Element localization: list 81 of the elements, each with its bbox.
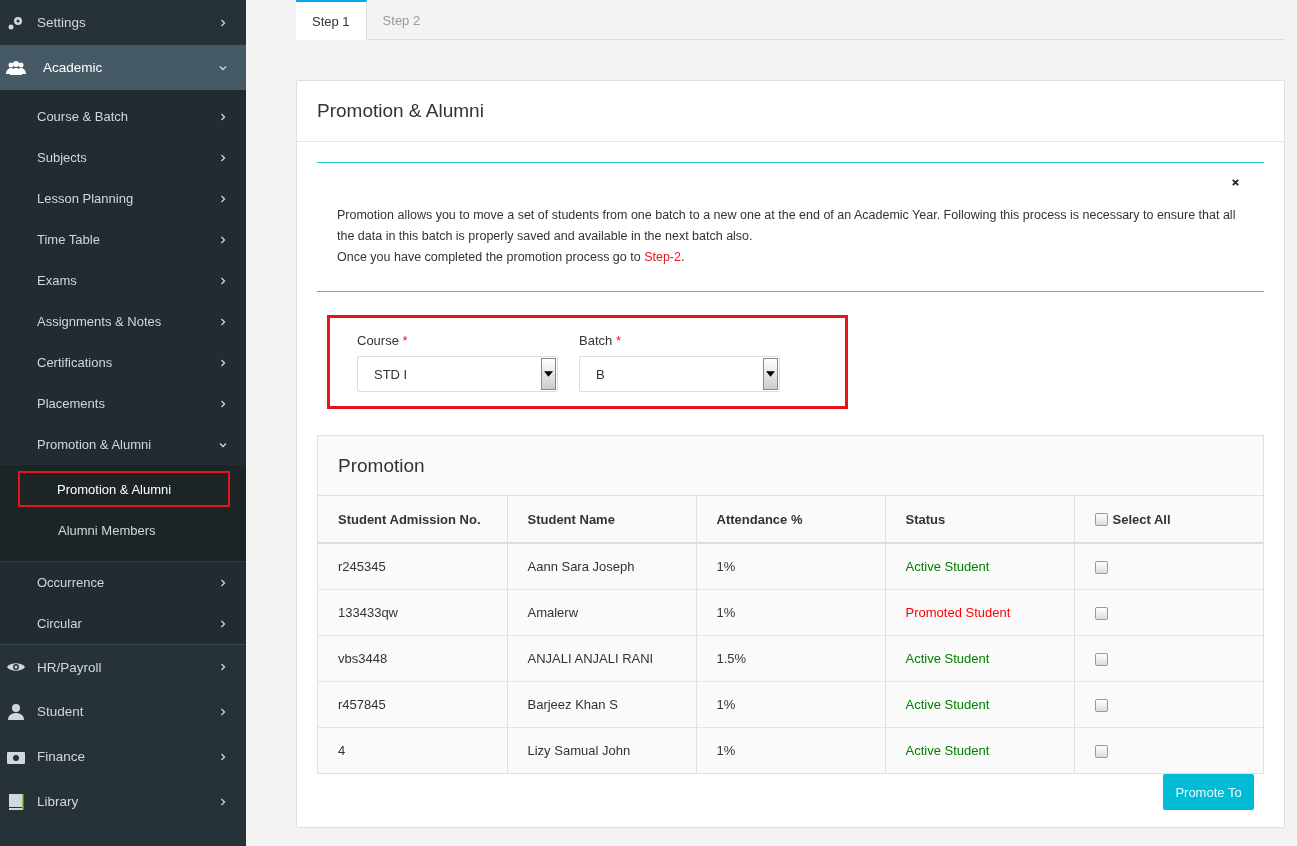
sidebar-item[interactable]: Finance xyxy=(0,734,246,779)
tab[interactable]: Step 1 xyxy=(296,0,367,40)
table-cell: 133433qw xyxy=(338,605,398,620)
table-cell: Barjeez Khan S xyxy=(527,697,618,712)
field-label: Course xyxy=(357,333,399,348)
table-cell: 1% xyxy=(716,559,736,574)
step-link[interactable]: Step-2 xyxy=(644,250,681,264)
alert-text: Promotion allows you to move a set of students from one batch to a new one at the end of an Academic Year. Following this process is necessary to ensure that all the data in this batch is properly saved and available in the next batch also. xyxy=(337,207,1237,245)
close-icon[interactable] xyxy=(1231,178,1240,187)
sidebar-subitem[interactable]: Placements xyxy=(0,383,246,424)
table-cell: vbs3448 xyxy=(338,651,388,666)
table-cell: Aann Sara Joseph xyxy=(527,559,635,574)
column-header: Attendance % xyxy=(716,511,803,527)
select-field[interactable]: STD I xyxy=(357,356,558,392)
table-cell: r245345 xyxy=(338,559,386,574)
chevron-right-icon xyxy=(218,398,228,409)
status-text: Active Student xyxy=(905,743,990,758)
chevron-right-icon xyxy=(218,275,228,286)
sidebar-subitem[interactable]: Circular xyxy=(0,603,246,644)
table-cell: ANJALI ANJALI RANI xyxy=(527,651,654,666)
sidebar-subitem[interactable]: Occurrence xyxy=(0,562,246,603)
sidebar-item[interactable]: HR/Payroll xyxy=(0,644,246,689)
status-text: Active Student xyxy=(905,697,990,712)
person-icon xyxy=(6,701,26,722)
panel-title: Promotion xyxy=(338,454,425,477)
sidebar-item[interactable]: Student xyxy=(0,689,246,734)
select-field[interactable]: B xyxy=(579,356,780,392)
table-cell: 1.5% xyxy=(716,651,747,666)
chevron-right-icon xyxy=(218,152,228,163)
sidebar-item[interactable]: Settings xyxy=(0,0,246,45)
chevron-right-icon xyxy=(218,751,228,762)
chevron-right-icon xyxy=(218,796,228,807)
chevron-right-icon xyxy=(218,193,228,204)
sidebar-subitem[interactable]: Time Table xyxy=(0,219,246,260)
required-mark: * xyxy=(402,333,408,348)
checkbox[interactable] xyxy=(1094,607,1108,621)
sidebar-subitem[interactable]: Lesson Planning xyxy=(0,178,246,219)
table-cell: Lizy Samual John xyxy=(527,743,631,758)
column-header: Student Name xyxy=(527,511,615,527)
sidebar-item[interactable]: Library xyxy=(0,779,246,824)
sidebar-item[interactable]: Academic xyxy=(0,45,246,90)
status-text: Active Student xyxy=(905,559,990,574)
table-cell: 1% xyxy=(716,697,736,712)
card-title: Promotion & Alumni xyxy=(317,100,484,122)
sidebar-subitem[interactable]: Assignments & Notes xyxy=(0,301,246,342)
chevron-right-icon xyxy=(218,618,228,629)
alert-text: Once you have completed the promotion process go to xyxy=(337,250,642,264)
sidebar-subitem[interactable]: Promotion & Alumni xyxy=(18,471,230,507)
checkbox[interactable] xyxy=(1094,561,1108,575)
chevron-right-icon xyxy=(218,577,228,588)
table-cell: 1% xyxy=(716,605,736,620)
field-label: Batch xyxy=(579,333,613,348)
table-cell: Amalerw xyxy=(527,605,579,620)
status-text: Promoted Student xyxy=(905,605,1011,620)
sidebar-subitem[interactable]: Subjects xyxy=(0,137,246,178)
column-header: Select All xyxy=(1112,511,1171,527)
table-cell: 1% xyxy=(716,743,736,758)
checkbox[interactable] xyxy=(1094,699,1108,713)
status-text: Active Student xyxy=(905,651,990,666)
checkbox[interactable] xyxy=(1094,745,1108,759)
required-mark: * xyxy=(615,333,621,348)
chevron-right-icon xyxy=(218,316,228,327)
column-header: Status xyxy=(905,511,946,527)
checkbox[interactable] xyxy=(1094,653,1108,667)
chevron-right-icon xyxy=(218,706,228,717)
sidebar-subitem[interactable]: Course & Batch xyxy=(0,96,246,137)
sidebar-subitem[interactable]: Exams xyxy=(0,260,246,301)
sidebar-subitem[interactable]: Promotion & Alumni xyxy=(0,424,246,465)
column-header: Student Admission No. xyxy=(338,511,481,527)
chevron-right-icon xyxy=(218,234,228,245)
book-icon xyxy=(6,791,26,812)
sidebar-subitem[interactable]: Alumni Members xyxy=(18,512,230,548)
alert-text: . xyxy=(680,250,685,264)
checkbox[interactable] xyxy=(1094,512,1108,526)
chevron-right-icon xyxy=(218,17,228,28)
chevron-right-icon xyxy=(218,662,228,672)
chevron-right-icon xyxy=(218,111,228,122)
table-cell: r457845 xyxy=(338,697,386,712)
table-cell: 4 xyxy=(338,743,346,758)
chevron-right-icon xyxy=(218,357,228,368)
sidebar-subitem[interactable]: Certifications xyxy=(0,342,246,383)
